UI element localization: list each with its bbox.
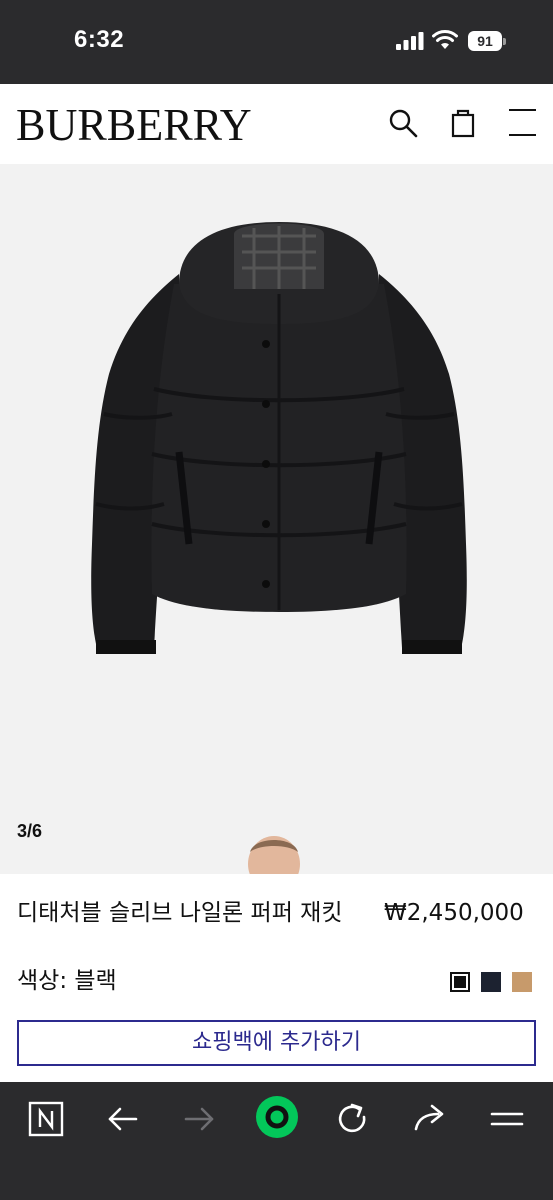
- swatch-camel[interactable]: [512, 972, 532, 992]
- shopping-bag-icon[interactable]: [446, 106, 480, 140]
- signal-icon: [396, 32, 424, 50]
- brand-logo[interactable]: BURBERRY: [16, 98, 252, 151]
- naver-n-icon[interactable]: [26, 1099, 66, 1139]
- add-to-bag-button[interactable]: 쇼핑백에 추가하기: [17, 1020, 536, 1066]
- menu-icon[interactable]: [504, 106, 538, 140]
- wifi-icon: [432, 30, 458, 49]
- site-header: BURBERRY: [0, 84, 553, 164]
- home-circle-icon[interactable]: [254, 1094, 300, 1140]
- model-image-preview[interactable]: [244, 834, 304, 874]
- product-gallery[interactable]: 3/6: [0, 164, 553, 874]
- swatch-navy[interactable]: [481, 972, 501, 992]
- color-label: 색상: 블랙: [17, 968, 117, 994]
- status-time: 6:32: [74, 26, 125, 53]
- menu-lines-icon[interactable]: [486, 1099, 526, 1139]
- share-icon[interactable]: [410, 1099, 450, 1139]
- battery-nub: [503, 38, 506, 45]
- product-info-panel: 디태처블 슬리브 나일론 퍼퍼 재킷 ₩2,450,000 색상: 블랙 쇼핑백…: [0, 874, 553, 1082]
- product-price: ₩2,450,000: [384, 900, 524, 926]
- back-arrow-icon[interactable]: [102, 1099, 142, 1139]
- battery-icon: 91: [468, 31, 506, 51]
- product-image-jacket[interactable]: [84, 214, 474, 664]
- forward-arrow-icon[interactable]: [180, 1099, 220, 1139]
- status-bar: 6:32 91: [0, 0, 553, 84]
- search-icon[interactable]: [386, 106, 420, 140]
- reload-icon[interactable]: [332, 1099, 372, 1139]
- browser-toolbar: [0, 1082, 553, 1200]
- image-counter: 3/6: [17, 821, 43, 841]
- swatch-black[interactable]: [450, 972, 470, 992]
- battery-level: 91: [468, 31, 502, 51]
- product-name: 디태처블 슬리브 나일론 퍼퍼 재킷: [17, 900, 343, 926]
